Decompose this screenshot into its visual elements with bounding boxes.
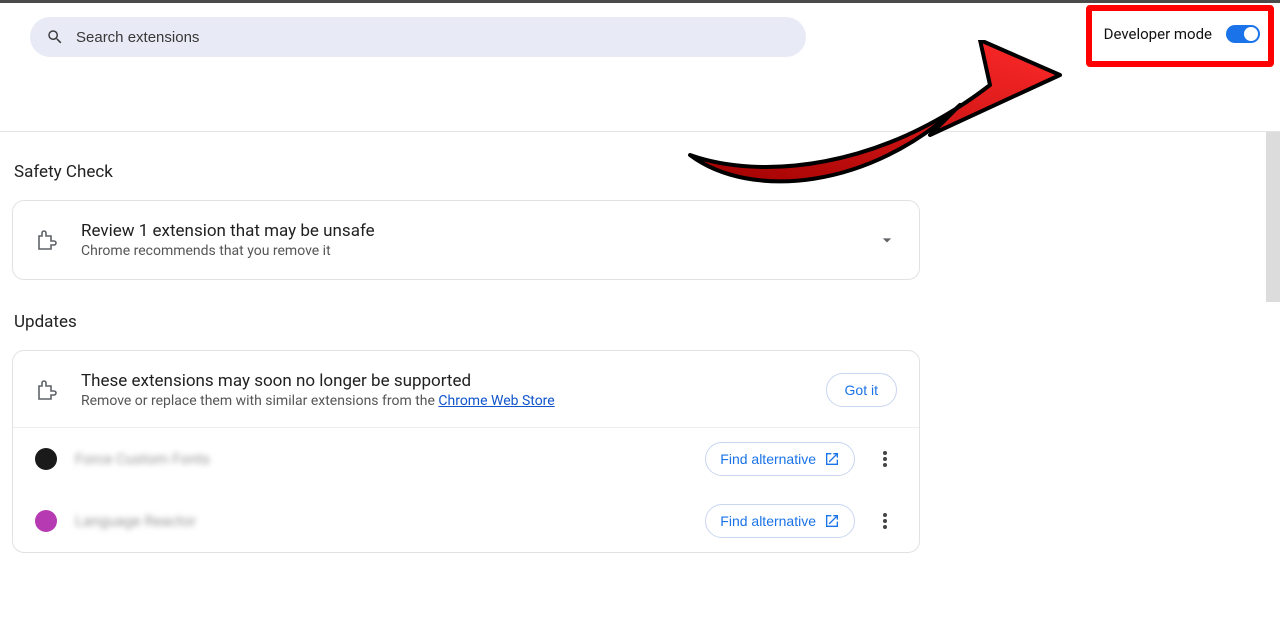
chrome-web-store-link[interactable]: Chrome Web Store	[438, 393, 554, 409]
safety-check-row[interactable]: Review 1 extension that may be unsafe Ch…	[13, 201, 919, 279]
more-menu-button[interactable]	[873, 447, 897, 471]
extension-row: Force Custom Fonts Find alternative	[13, 428, 919, 490]
extension-name: Force Custom Fonts	[75, 450, 687, 468]
search-input[interactable]	[76, 29, 790, 46]
updates-title: Updates	[14, 312, 1274, 332]
extension-name: Language Reactor	[75, 512, 687, 530]
find-alternative-button[interactable]: Find alternative	[705, 442, 855, 476]
updates-notice-text: These extensions may soon no longer be s…	[81, 371, 826, 409]
extension-avatar	[35, 448, 57, 470]
updates-notice-row: These extensions may soon no longer be s…	[13, 351, 919, 428]
updates-notice-subtitle: Remove or replace them with similar exte…	[81, 393, 826, 409]
extension-icon	[35, 228, 59, 252]
updates-notice-prefix: Remove or replace them with similar exte…	[81, 393, 438, 409]
safety-check-card: Review 1 extension that may be unsafe Ch…	[12, 200, 920, 280]
content: Safety Check Review 1 extension that may…	[0, 132, 1280, 553]
extension-row: Language Reactor Find alternative	[13, 490, 919, 552]
safety-check-row-subtitle: Chrome recommends that you remove it	[81, 243, 877, 259]
find-alternative-label: Find alternative	[720, 513, 816, 529]
developer-mode-highlight: Developer mode	[1086, 5, 1274, 67]
got-it-button[interactable]: Got it	[826, 373, 897, 407]
developer-mode-toggle[interactable]	[1226, 25, 1260, 43]
safety-check-row-title: Review 1 extension that may be unsafe	[81, 221, 877, 241]
open-external-icon	[824, 513, 840, 529]
scrollbar-thumb[interactable]	[1266, 132, 1280, 302]
find-alternative-button[interactable]: Find alternative	[705, 504, 855, 538]
safety-check-text: Review 1 extension that may be unsafe Ch…	[81, 221, 877, 259]
open-external-icon	[824, 451, 840, 467]
search-icon	[46, 28, 64, 46]
updates-notice-title: These extensions may soon no longer be s…	[81, 371, 826, 391]
find-alternative-label: Find alternative	[720, 451, 816, 467]
updates-card: These extensions may soon no longer be s…	[12, 350, 920, 553]
extension-avatar	[35, 510, 57, 532]
header: Developer mode	[0, 3, 1280, 131]
more-menu-button[interactable]	[873, 509, 897, 533]
kebab-icon	[883, 451, 887, 467]
kebab-icon	[883, 513, 887, 529]
search-container[interactable]	[30, 17, 806, 57]
safety-check-title: Safety Check	[14, 162, 1274, 182]
chevron-down-icon	[877, 230, 897, 250]
extension-icon	[35, 378, 59, 402]
developer-mode-label: Developer mode	[1104, 25, 1212, 43]
